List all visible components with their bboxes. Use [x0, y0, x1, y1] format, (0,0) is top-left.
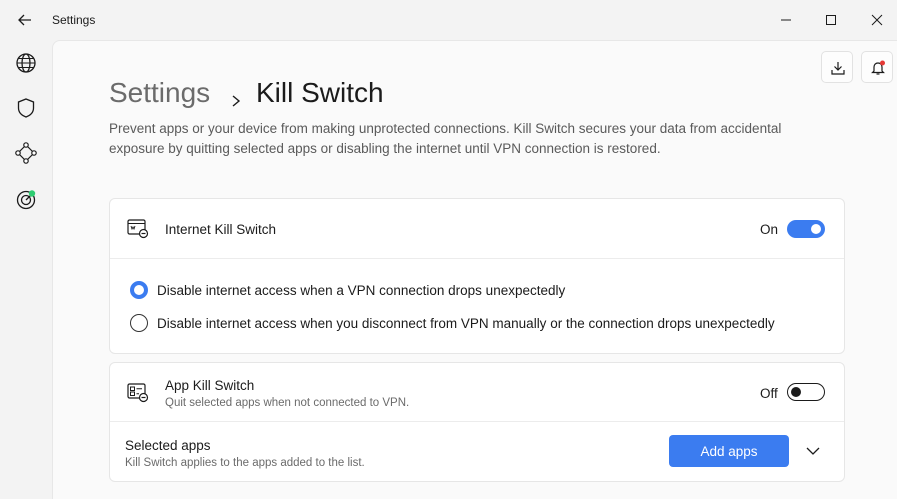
minimize-icon[interactable]	[774, 8, 798, 32]
add-apps-button[interactable]: Add apps	[669, 435, 789, 467]
divider	[110, 258, 844, 259]
divider	[110, 421, 844, 422]
title-bar: Settings	[0, 0, 897, 40]
internet-kill-switch-toggle[interactable]	[787, 220, 825, 238]
chevron-right-icon	[229, 85, 243, 117]
internet-kill-switch-title: Internet Kill Switch	[165, 222, 277, 237]
radio-vpn-drops-label[interactable]: Disable internet access when a VPN conne…	[157, 283, 565, 298]
status-dot	[28, 190, 36, 197]
window-title: Settings	[52, 13, 96, 27]
radio-manual-disconnect[interactable]	[130, 314, 148, 332]
back-arrow-icon[interactable]	[14, 10, 36, 30]
download-button[interactable]	[821, 51, 853, 83]
globe-icon[interactable]	[13, 50, 39, 76]
selected-apps-title: Selected apps	[125, 438, 211, 453]
notifications-button[interactable]	[861, 51, 893, 83]
internet-kill-switch-icon	[126, 217, 150, 241]
threat-protection-icon[interactable]	[13, 186, 39, 212]
selected-apps-subtitle: Kill Switch applies to the apps added to…	[125, 457, 365, 469]
app-kill-switch-state: Off	[760, 386, 778, 401]
app-kill-switch-toggle[interactable]	[787, 383, 825, 401]
chevron-down-icon[interactable]	[803, 443, 823, 459]
close-icon[interactable]	[865, 8, 889, 32]
radio-vpn-drops[interactable]	[130, 281, 148, 299]
app-kill-switch-card: App Kill Switch Quit selected apps when …	[109, 362, 845, 482]
app-kill-switch-subtitle: Quit selected apps when not connected to…	[165, 397, 410, 409]
app-kill-switch-icon	[126, 381, 150, 405]
download-icon	[831, 62, 845, 75]
content-panel: Settings Kill Switch Prevent apps or you…	[52, 40, 897, 499]
app-kill-switch-title: App Kill Switch	[165, 378, 255, 393]
meshnet-icon[interactable]	[13, 140, 39, 166]
breadcrumb-root[interactable]: Settings	[109, 77, 210, 109]
bell-icon	[871, 60, 885, 75]
page-title: Kill Switch	[256, 77, 384, 108]
maximize-icon[interactable]	[819, 8, 843, 32]
page-description: Prevent apps or your device from making …	[109, 121, 782, 156]
radio-manual-disconnect-label[interactable]: Disable internet access when you disconn…	[157, 316, 775, 331]
internet-kill-switch-card: Internet Kill Switch On Disable internet…	[109, 198, 845, 354]
internet-kill-switch-state: On	[760, 222, 779, 237]
navigation-rail	[0, 40, 52, 499]
shield-icon[interactable]	[13, 95, 39, 121]
